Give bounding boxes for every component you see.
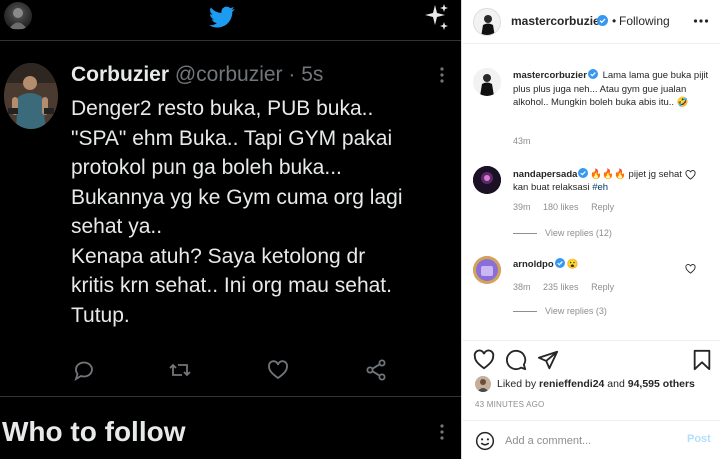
tweet-line: Denger2 resto buka, PUB buka.. bbox=[71, 97, 374, 120]
replies-line bbox=[513, 233, 537, 235]
liker-avatar[interactable] bbox=[475, 376, 491, 392]
avatar[interactable] bbox=[473, 8, 501, 36]
hashtag-link[interactable]: #eh bbox=[592, 182, 608, 193]
post-actions: Liked by renieffendi24 and 94,595 others… bbox=[463, 340, 720, 420]
tweet-screenshot: Corbuzier @corbuzier · 5s Denger2 resto … bbox=[0, 0, 462, 459]
comment-meta: 38m 235 likes Reply bbox=[513, 282, 624, 292]
caption-time: 43m bbox=[513, 136, 531, 146]
like-icon[interactable] bbox=[266, 358, 290, 382]
caption: mastercorbuzier Lama lama gue buka pijit… bbox=[513, 69, 713, 110]
liker-username[interactable]: renieffendi24 bbox=[539, 378, 604, 390]
verified-badge-icon bbox=[587, 69, 598, 79]
comment-username[interactable]: nandapersada bbox=[513, 169, 577, 180]
view-replies-link[interactable]: View replies (12) bbox=[513, 228, 612, 238]
likes-summary: Liked by renieffendi24 and 94,595 others bbox=[497, 378, 695, 390]
comment-time: 39m bbox=[513, 202, 531, 212]
fire-emojis: 🔥🔥🔥 bbox=[590, 169, 626, 180]
comment-likes[interactable]: 180 likes bbox=[543, 202, 579, 212]
reply-icon[interactable] bbox=[72, 358, 96, 382]
likes-others[interactable]: 94,595 others bbox=[628, 378, 695, 390]
separator-dot: • bbox=[612, 14, 617, 28]
comment-text: nandapersada 🔥🔥🔥 pijet jg sehat kan buat … bbox=[513, 168, 693, 194]
share-icon[interactable] bbox=[364, 358, 388, 382]
sparkle-icon[interactable] bbox=[422, 3, 450, 31]
twitter-bird-icon[interactable] bbox=[207, 4, 237, 30]
tweet-text: Denger2 resto buka, PUB buka.. "SPA" ehm… bbox=[71, 94, 457, 330]
divider bbox=[0, 40, 461, 41]
view-replies-label[interactable]: View replies (3) bbox=[545, 306, 607, 316]
top-avatar[interactable] bbox=[4, 2, 32, 30]
surprised-emoji: 😮 bbox=[566, 259, 579, 270]
tweet-line: sehat ya.. bbox=[71, 215, 163, 238]
tweet-author-avatar[interactable] bbox=[4, 63, 58, 129]
bookmark-icon[interactable] bbox=[691, 349, 713, 371]
reply-button[interactable]: Reply bbox=[591, 282, 614, 292]
heart-icon[interactable] bbox=[473, 349, 495, 371]
comment-like-icon[interactable] bbox=[685, 264, 696, 274]
divider bbox=[0, 396, 461, 397]
tweet-header: Corbuzier @corbuzier · 5s bbox=[71, 62, 323, 88]
laughing-emoji: 🤣 bbox=[676, 97, 689, 108]
tweet-line: Tutup. bbox=[71, 303, 130, 327]
comment-username[interactable]: arnoldpo bbox=[513, 259, 554, 270]
emoji-icon[interactable] bbox=[475, 431, 495, 451]
verified-badge-icon bbox=[554, 258, 565, 268]
replies-line bbox=[513, 311, 537, 313]
retweet-icon[interactable] bbox=[168, 358, 192, 382]
comment-icon[interactable] bbox=[505, 349, 527, 371]
caption-username[interactable]: mastercorbuzier bbox=[513, 70, 587, 81]
avatar[interactable] bbox=[473, 256, 501, 284]
view-replies-label[interactable]: View replies (12) bbox=[545, 228, 612, 238]
add-comment-bar: Post bbox=[463, 420, 720, 459]
comment-like-icon[interactable] bbox=[685, 170, 696, 180]
comment-text: arnoldpo 😮 bbox=[513, 258, 578, 271]
header-username[interactable]: mastercorbuzier bbox=[511, 14, 604, 28]
post-timestamp: 43 MINUTES AGO bbox=[475, 400, 545, 409]
post-header: mastercorbuzier • Following bbox=[463, 0, 720, 44]
more-options-icon[interactable] bbox=[693, 18, 709, 24]
who-to-follow-heading: Who to follow bbox=[2, 416, 186, 447]
comment-meta: 39m 180 likes Reply bbox=[513, 202, 624, 212]
tweet-line: kritis krn sehat.. Ini org mau sehat. bbox=[71, 274, 392, 297]
tweet-handle-time: @corbuzier · 5s bbox=[169, 63, 324, 86]
comment-likes[interactable]: 235 likes bbox=[543, 282, 579, 292]
likes-middle: and bbox=[604, 378, 628, 390]
verified-badge-icon bbox=[578, 168, 589, 178]
avatar[interactable] bbox=[473, 68, 501, 96]
view-replies-link[interactable]: View replies (3) bbox=[513, 306, 607, 316]
likes-prefix: Liked by bbox=[497, 378, 540, 390]
following-button[interactable]: Following bbox=[619, 14, 670, 28]
tweet-line: Kenapa atuh? Saya ketolong dr bbox=[71, 244, 366, 268]
comment-input[interactable] bbox=[505, 432, 675, 450]
tweet-line: protokol pun ga boleh buka... bbox=[71, 156, 342, 179]
more-icon[interactable] bbox=[436, 423, 448, 441]
tweet-actions bbox=[70, 356, 390, 386]
avatar[interactable] bbox=[473, 166, 501, 194]
tweet-line: "SPA" ehm Buka.. Tapi GYM pakai bbox=[71, 126, 393, 150]
reply-button[interactable]: Reply bbox=[591, 202, 614, 212]
instagram-post-panel: mastercorbuzier • Following mastercorbuz… bbox=[463, 0, 720, 459]
send-icon[interactable] bbox=[537, 349, 559, 371]
tweet-author-name[interactable]: Corbuzier bbox=[71, 63, 169, 86]
twitter-top-bar bbox=[0, 0, 461, 36]
tweet-line: Bukannya yg ke Gym cuma org lagi bbox=[71, 185, 403, 209]
verified-badge-icon bbox=[597, 15, 608, 26]
post-button[interactable]: Post bbox=[687, 433, 711, 445]
comment-time: 38m bbox=[513, 282, 531, 292]
more-icon[interactable] bbox=[436, 66, 448, 84]
